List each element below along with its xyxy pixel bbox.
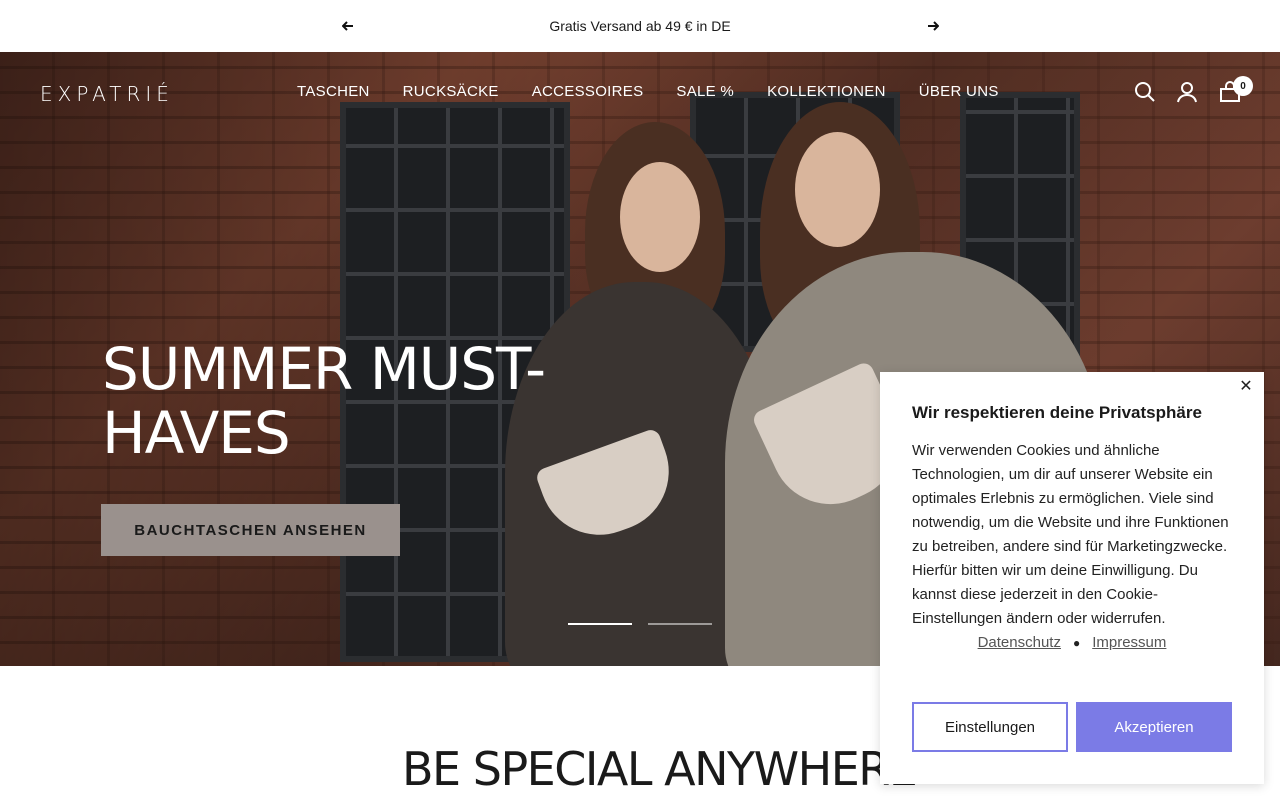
main-nav: TASCHEN RUCKSÄCKE ACCESSOIRES SALE % KOL… [297,83,999,100]
privacy-link[interactable]: Datenschutz [978,634,1061,651]
arrow-left-icon [342,21,353,31]
cookie-consent-dialog: ✕ Wir respektieren deine Privatsphäre Wi… [880,372,1264,784]
nav-item-kollektionen[interactable]: KOLLEKTIONEN [767,83,886,100]
cookie-buttons: Einstellungen Akzeptieren [912,702,1232,752]
nav-item-sale[interactable]: SALE % [676,83,734,100]
arrow-right-icon [928,21,939,31]
announcement-text: Gratis Versand ab 49 € in DE [549,18,731,34]
account-button[interactable] [1176,81,1198,103]
cookie-links: Datenschutz ● Impressum [912,634,1232,651]
slider-dot[interactable] [648,623,712,625]
cookie-title: Wir respektieren deine Privatsphäre [912,403,1202,422]
link-separator: ● [1072,635,1081,650]
hero-cta-button[interactable]: BAUCHTASCHEN ANSEHEN [101,504,400,556]
close-button[interactable]: ✕ [1236,376,1256,396]
search-icon [1135,82,1155,102]
hero-person-face [795,132,880,247]
hero-person-face [620,162,700,272]
site-header: EXPATRIÉ TASCHEN RUCKSÄCKE ACCESSOIRES S… [0,52,1280,132]
section-title: BE SPECIAL ANYWHERE [402,742,918,796]
cart-count-badge: 0 [1233,76,1253,96]
slider-dot[interactable] [568,623,632,625]
cookie-accept-button[interactable]: Akzeptieren [1076,702,1232,752]
nav-item-rucksaecke[interactable]: RUCKSÄCKE [403,83,499,100]
announcement-next-button[interactable] [923,16,943,36]
imprint-link[interactable]: Impressum [1092,634,1166,651]
announcement-bar: Gratis Versand ab 49 € in DE [0,0,1280,52]
nav-item-ueber-uns[interactable]: ÜBER UNS [919,83,999,100]
cookie-text: Wir verwenden Cookies und ähnliche Techn… [912,442,1229,627]
hero-slider-dots [568,623,712,625]
close-icon: ✕ [1239,378,1253,395]
account-icon [1177,82,1197,103]
search-button[interactable] [1134,81,1156,103]
hero-title: SUMMER MUST-HAVES [102,335,546,467]
cookie-settings-button[interactable]: Einstellungen [912,702,1068,752]
nav-item-taschen[interactable]: TASCHEN [297,83,370,100]
site-logo[interactable]: EXPATRIÉ [40,82,174,106]
nav-item-accessoires[interactable]: ACCESSOIRES [532,83,644,100]
announcement-prev-button[interactable] [338,16,358,36]
